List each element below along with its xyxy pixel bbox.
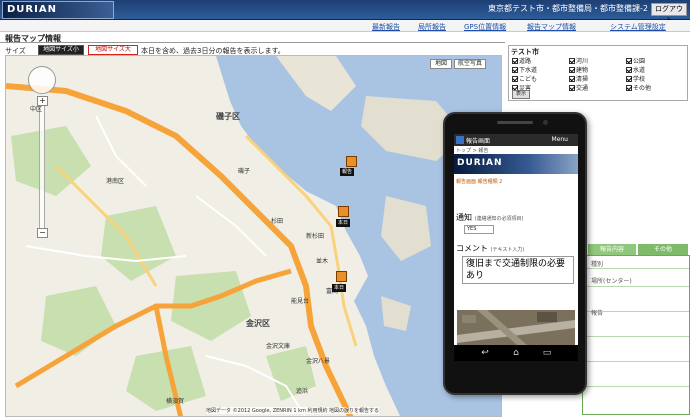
comment-note: (テキスト入力) bbox=[490, 247, 525, 253]
form-divider bbox=[583, 336, 689, 337]
form-field-label: 場所(センター) bbox=[591, 278, 632, 285]
filter-checkbox[interactable]: 建物 bbox=[569, 65, 588, 74]
logout-button[interactable]: ログアウト bbox=[651, 3, 687, 24]
home-icon[interactable]: ⌂ bbox=[509, 348, 523, 358]
form-field-label: 種別 bbox=[591, 261, 604, 268]
back-icon[interactable]: ↩ bbox=[478, 348, 492, 358]
map-size-small-button[interactable]: 地図サイズ小 bbox=[38, 45, 84, 55]
form-field-label: 報告 bbox=[591, 310, 604, 317]
map-type-satellite-button[interactable]: 航空写真 bbox=[454, 59, 486, 69]
zoom-out-button[interactable]: − bbox=[37, 228, 48, 238]
place-label: 磯子 bbox=[238, 168, 251, 175]
report-marker-label: 本日 bbox=[332, 284, 347, 292]
report-detail-form: 種別 場所(センター) 報告 bbox=[582, 255, 690, 415]
place-label: 中区 bbox=[30, 106, 43, 113]
phone-app-name: 報告画面 bbox=[466, 138, 491, 145]
checkbox-icon bbox=[569, 67, 575, 73]
comment-textarea[interactable]: 復旧まで交通制限の必要あり bbox=[462, 256, 574, 284]
app-header: DURIAN 東京都テスト市・都市整備局・都市整備課-2 ログアウト bbox=[0, 0, 690, 24]
filter-checkbox[interactable]: 交通 bbox=[569, 83, 588, 92]
ward-label-isogo: 磯子区 bbox=[216, 112, 240, 121]
checkbox-icon bbox=[512, 67, 518, 73]
phone-earpiece bbox=[497, 121, 533, 124]
organization-title: 東京都テスト市・都市整備局・都市整備課-2 bbox=[488, 4, 648, 13]
filter-checkbox[interactable]: 道路 bbox=[512, 56, 531, 65]
recent-apps-icon[interactable]: ▭ bbox=[540, 348, 554, 358]
menu-report-map[interactable]: 報告マップ情報 bbox=[527, 22, 576, 32]
map-type-map-button[interactable]: 地図 bbox=[430, 59, 452, 69]
filter-checkbox[interactable]: 学校 bbox=[626, 74, 645, 83]
phone-report-type-link[interactable]: 報告画面 報告種類 2 bbox=[456, 178, 502, 185]
form-divider bbox=[583, 268, 689, 269]
form-divider bbox=[583, 361, 689, 362]
checkbox-icon bbox=[569, 58, 575, 64]
tab-other[interactable]: その他 bbox=[638, 244, 688, 255]
filter-checkbox[interactable]: 河川 bbox=[569, 56, 588, 65]
category-filter-panel: テスト市 道路 河川 公園 下水道 建物 水道 こども 清掃 学校 災害 交通 … bbox=[508, 45, 688, 101]
checkbox-icon bbox=[569, 76, 575, 82]
filter-checkbox[interactable]: こども bbox=[512, 74, 537, 83]
notify-select[interactable]: YES bbox=[464, 225, 494, 234]
checkbox-icon bbox=[626, 85, 632, 91]
checkbox-icon bbox=[512, 58, 518, 64]
place-label: 新杉田 bbox=[306, 233, 325, 240]
report-marker-label: 本日 bbox=[336, 219, 351, 227]
filter-apply-button[interactable]: 表示 bbox=[512, 90, 530, 99]
durian-logo: DURIAN bbox=[2, 1, 114, 19]
place-label: 追浜 bbox=[296, 388, 309, 395]
title-divider bbox=[0, 42, 505, 43]
report-marker[interactable] bbox=[338, 206, 349, 217]
checkbox-icon bbox=[626, 58, 632, 64]
checkbox-icon bbox=[626, 67, 632, 73]
zoom-slider[interactable] bbox=[39, 100, 45, 235]
comment-label: コメント (テキスト入力) bbox=[456, 244, 525, 253]
report-map[interactable]: 地図 航空写真 + − 磯子区 金沢区 中区 港南区 磯子 杉田 新杉田 並木 … bbox=[5, 55, 502, 417]
main-menu: 最新報告 局所報告 GPS位置情報 報告マップ情報 システム管理設定 bbox=[0, 20, 690, 32]
checkbox-icon bbox=[569, 85, 575, 91]
filter-checkbox[interactable]: 水道 bbox=[626, 65, 645, 74]
phone-menu-button[interactable]: Menu bbox=[552, 136, 568, 143]
place-label: 金沢八景 bbox=[306, 358, 331, 365]
phone-breadcrumb: トップ > 報告 bbox=[456, 148, 489, 154]
map-size-large-button[interactable]: 地図サイズ大 bbox=[88, 45, 138, 55]
place-label: 能見台 bbox=[291, 298, 310, 305]
notify-label: 通知 (連絡通知の必須項目) bbox=[456, 213, 524, 222]
filter-checkbox[interactable]: 清掃 bbox=[569, 74, 588, 83]
checkbox-icon bbox=[626, 76, 632, 82]
menu-gps-info[interactable]: GPS位置情報 bbox=[464, 22, 506, 32]
tab-report-details[interactable]: 報告内容 bbox=[588, 244, 636, 255]
filter-checkbox[interactable]: 下水道 bbox=[512, 65, 537, 74]
place-label: 並木 bbox=[316, 258, 329, 265]
report-marker[interactable] bbox=[336, 271, 347, 282]
map-attribution: 地図データ ©2012 Google, ZENRIN 1 km 利用規約 地図の… bbox=[206, 407, 380, 414]
form-divider bbox=[583, 386, 689, 387]
map-canvas bbox=[6, 56, 501, 416]
phone-nav-bar: ↩ ⌂ ▭ bbox=[454, 345, 578, 361]
pan-control[interactable] bbox=[28, 66, 56, 94]
place-label: 横須賀 bbox=[166, 398, 185, 405]
report-marker-label: 報告 bbox=[340, 168, 355, 176]
filter-checkbox[interactable]: 公園 bbox=[626, 56, 645, 65]
filter-checkbox[interactable]: その他 bbox=[626, 83, 651, 92]
photo-image bbox=[457, 310, 575, 345]
report-marker[interactable] bbox=[346, 156, 357, 167]
ward-label-kanazawa: 金沢区 bbox=[246, 319, 270, 328]
app-icon bbox=[456, 136, 464, 144]
phone-action-bar: 報告画面 Menu bbox=[454, 134, 578, 146]
place-label: 杉田 bbox=[271, 218, 284, 225]
menu-system-settings[interactable]: システム管理設定 bbox=[610, 22, 666, 32]
report-photo bbox=[457, 310, 575, 345]
form-divider bbox=[583, 286, 689, 287]
checkbox-icon bbox=[512, 76, 518, 82]
place-label: 金沢文庫 bbox=[266, 343, 291, 350]
phone-screen: 報告画面 Menu トップ > 報告 DURIAN 報告画面 報告種類 2 通知… bbox=[454, 134, 578, 345]
menu-local-reports[interactable]: 局所報告 bbox=[418, 22, 446, 32]
phone-banner: DURIAN bbox=[454, 154, 578, 174]
smartphone-mockup: 報告画面 Menu トップ > 報告 DURIAN 報告画面 報告種類 2 通知… bbox=[443, 112, 587, 395]
menu-latest-reports[interactable]: 最新報告 bbox=[372, 22, 400, 32]
place-label: 港南区 bbox=[106, 178, 125, 185]
phone-camera-icon bbox=[543, 120, 548, 125]
notify-note: (連絡通知の必須項目) bbox=[474, 216, 524, 222]
